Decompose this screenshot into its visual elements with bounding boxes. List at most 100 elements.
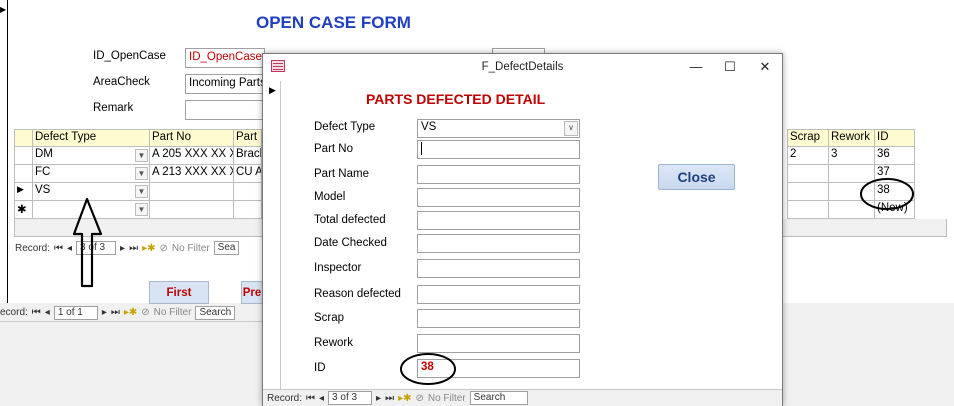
column-header-rework[interactable]: Rework [829, 129, 875, 147]
cell-text: FC [35, 166, 51, 178]
defect-detail-form-body: PARTS DEFECTED DETAIL Defect Type VS ∨ P… [282, 81, 782, 389]
first-button[interactable]: First [149, 281, 209, 304]
table-cell-scrap[interactable]: 2 [787, 147, 829, 165]
areacheck-label: AreaCheck [93, 76, 150, 88]
model-label: Model [314, 191, 346, 203]
close-icon[interactable]: ✕ [755, 58, 775, 76]
column-header-part-no[interactable]: Part No [150, 129, 234, 147]
filter-icon[interactable]: ⊘ [159, 243, 167, 254]
table-cell-part-no[interactable]: A 213 XXX XX XX [150, 165, 234, 183]
column-header-scrap[interactable]: Scrap [787, 129, 829, 147]
column-header-id[interactable]: ID [875, 129, 915, 147]
table-cell-rework[interactable]: 3 [829, 147, 875, 165]
row-selector[interactable] [14, 147, 33, 165]
new-record-icon[interactable]: ▸✱ [142, 243, 155, 254]
search-box[interactable]: Search [469, 391, 528, 405]
date-checked-label: Date Checked [314, 237, 387, 249]
table-cell-part-no[interactable]: A 205 XXX XX XX [150, 147, 234, 165]
areacheck-field[interactable]: Incoming Parts [185, 74, 265, 94]
search-box[interactable]: Sea [213, 241, 240, 255]
new-record-icon[interactable]: ▸✱ [398, 393, 411, 404]
form-record-selector-bar[interactable]: ▶ [0, 0, 8, 303]
table-cell-defect-type[interactable]: FC ▼ [33, 165, 150, 183]
id-label: ID [314, 362, 326, 374]
search-box[interactable]: Search [195, 305, 236, 320]
part-no-label: Part No [314, 143, 353, 155]
last-record-icon[interactable]: ⏭ [129, 243, 138, 254]
total-defected-field[interactable] [417, 211, 580, 230]
first-record-icon[interactable]: ⏮ [306, 393, 315, 404]
table-cell-id[interactable]: 36 [875, 147, 915, 165]
part-name-field[interactable] [417, 165, 580, 184]
filter-icon[interactable]: ⊘ [415, 393, 423, 404]
first-record-icon[interactable]: ⏮ [54, 243, 63, 254]
table-cell-part-name[interactable]: Brack [234, 147, 262, 165]
next-record-icon[interactable]: ▸ [102, 307, 107, 318]
table-cell-scrap[interactable] [787, 183, 829, 201]
maximize-icon[interactable]: ☐ [720, 58, 740, 76]
filter-status[interactable]: No Filter [428, 393, 466, 404]
cell-text: DM [35, 148, 53, 160]
column-header-part-name[interactable]: Part N [234, 129, 262, 147]
row-selector[interactable] [14, 165, 33, 183]
record-label: Record: [15, 242, 51, 254]
last-record-icon[interactable]: ⏭ [111, 307, 120, 318]
header-select-all[interactable] [14, 129, 33, 147]
previous-record-icon[interactable]: ◂ [45, 307, 50, 318]
first-record-icon[interactable]: ⏮ [32, 307, 41, 318]
last-record-icon[interactable]: ⏭ [385, 393, 394, 404]
chevron-down-icon[interactable]: ▼ [135, 149, 148, 162]
next-record-icon[interactable]: ▸ [376, 393, 381, 404]
current-record-arrow-icon: ▶ [0, 5, 7, 14]
defect-details-window: F_DefectDetails — ☐ ✕ ▶ PARTS DEFECTED D… [262, 53, 783, 406]
current-record-arrow-icon: ▶ [269, 85, 276, 95]
model-field[interactable] [417, 188, 580, 207]
inspector-label: Inspector [314, 262, 362, 274]
current-record-field[interactable]: 3 of 3 [328, 391, 373, 405]
filter-icon[interactable]: ⊘ [141, 307, 149, 318]
table-cell-defect-type[interactable]: DM ▼ [33, 147, 150, 165]
scrap-label: Scrap [314, 312, 345, 324]
id-opencase-field[interactable]: ID_OpenCase 1 [185, 48, 265, 68]
new-record-asterisk-icon[interactable]: ✱ [14, 201, 33, 219]
minimize-icon[interactable]: — [686, 58, 706, 76]
table-cell-scrap[interactable] [787, 201, 829, 219]
table-cell-part-no[interactable] [150, 183, 234, 201]
remark-field[interactable] [185, 100, 265, 120]
chevron-down-icon[interactable]: ∨ [564, 121, 578, 136]
table-cell-part-name[interactable] [234, 201, 262, 219]
chevron-down-icon[interactable]: ▼ [135, 167, 148, 180]
table-cell-part-no[interactable] [150, 201, 234, 219]
defect-type-value: VS [421, 121, 437, 133]
form-heading: PARTS DEFECTED DETAIL [366, 91, 546, 107]
total-defected-label: Total defected [314, 214, 386, 226]
current-record-arrow-icon[interactable]: ▶ [14, 183, 33, 201]
chevron-down-icon[interactable]: ▼ [135, 185, 148, 198]
record-selector-bar[interactable]: ▶ [263, 81, 281, 395]
annotation-circle [860, 178, 914, 210]
next-record-icon[interactable]: ▸ [120, 243, 125, 254]
previous-record-icon[interactable]: ◂ [319, 393, 324, 404]
part-no-field[interactable] [417, 140, 580, 159]
close-button[interactable]: Close [658, 164, 735, 190]
annotation-circle [400, 353, 456, 385]
filter-status[interactable]: No Filter [172, 243, 210, 254]
current-record-field[interactable]: 1 of 1 [53, 305, 98, 320]
scrap-field[interactable] [417, 309, 580, 328]
id-opencase-label: ID_OpenCase [93, 50, 166, 62]
filter-status[interactable]: No Filter [154, 307, 192, 318]
previous-button[interactable]: Pre [241, 281, 263, 304]
table-cell-scrap[interactable] [787, 165, 829, 183]
cell-text: VS [35, 184, 51, 196]
defect-type-select[interactable]: VS ∨ [417, 119, 580, 138]
reason-defected-field[interactable] [417, 285, 580, 304]
rework-label: Rework [314, 337, 353, 349]
table-cell-part-name[interactable]: CU AS [234, 165, 262, 183]
date-checked-field[interactable] [417, 234, 580, 253]
chevron-down-icon[interactable]: ▼ [135, 203, 148, 216]
inspector-field[interactable] [417, 259, 580, 278]
table-cell-part-name[interactable] [234, 183, 262, 201]
window-titlebar[interactable]: F_DefectDetails — ☐ ✕ [263, 54, 782, 81]
column-header-defect-type[interactable]: Defect Type [33, 129, 150, 147]
new-record-icon[interactable]: ▸✱ [124, 307, 137, 318]
